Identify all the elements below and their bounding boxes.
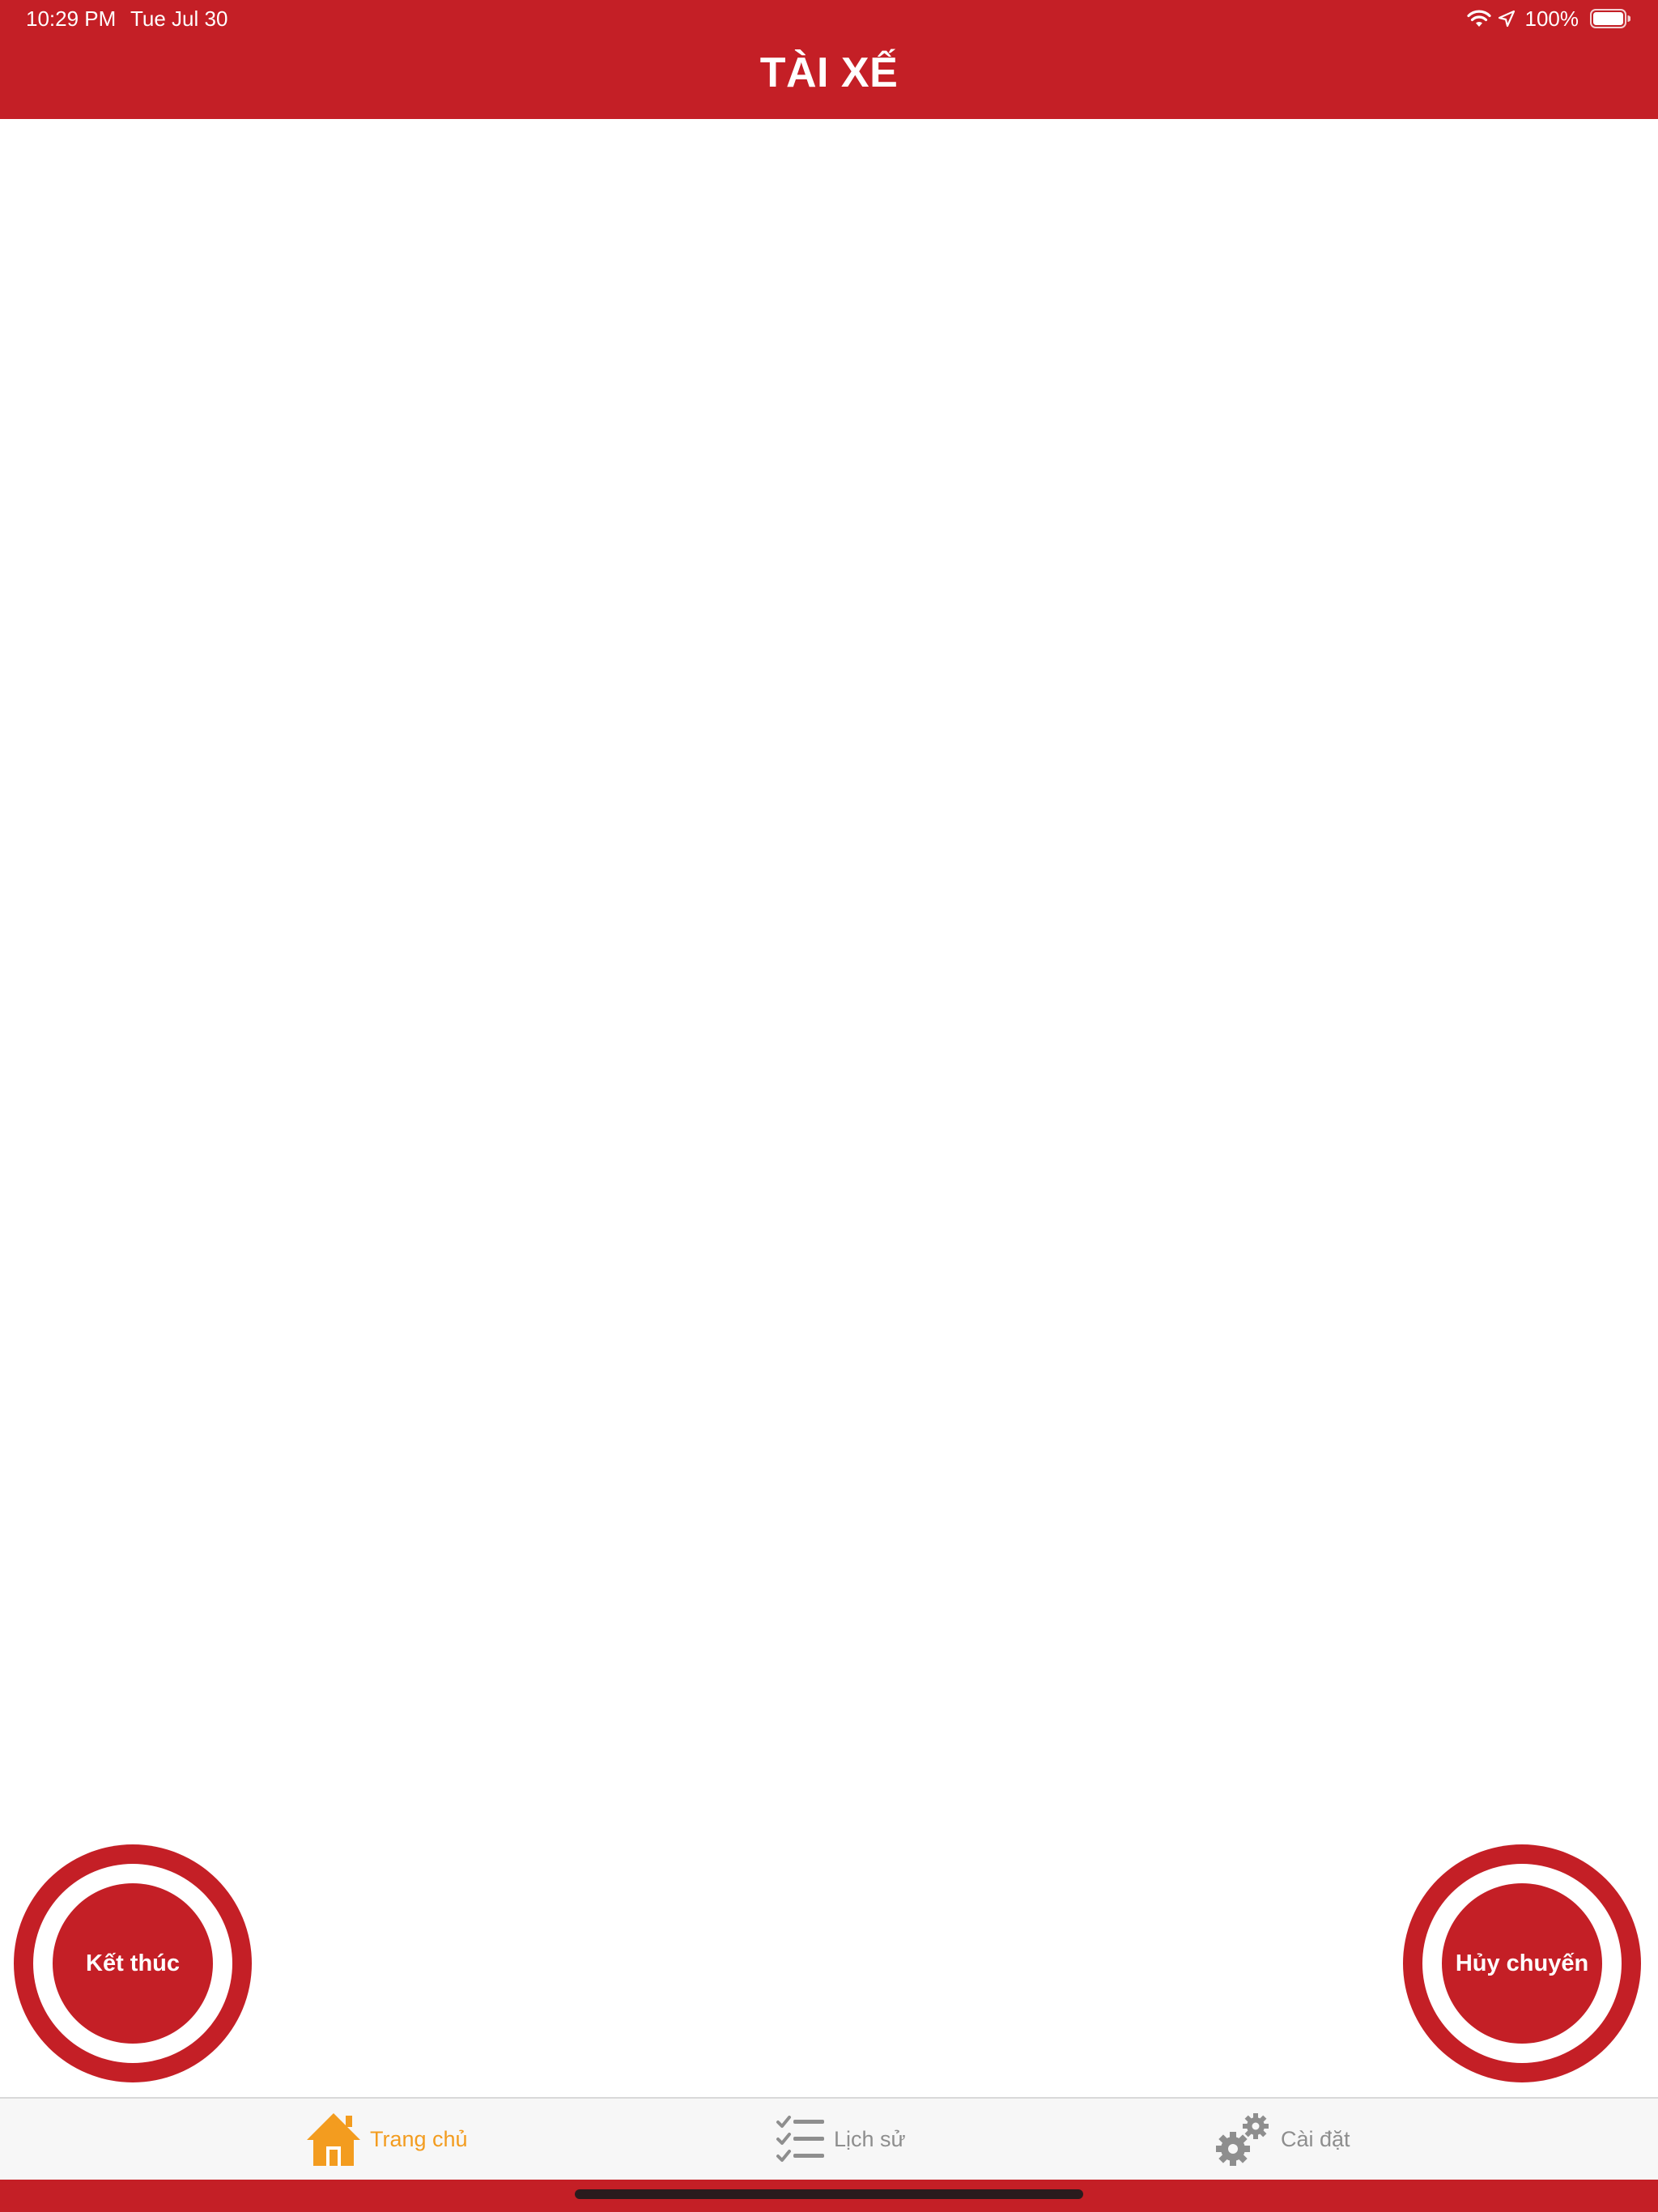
status-time: 10:29 PM [26, 6, 117, 31]
status-indicators: 100% [1466, 6, 1630, 32]
tab-history[interactable]: Lịch sử [776, 2099, 906, 2180]
end-trip-button-label: Kết thúc [53, 1883, 213, 2044]
page-title: TÀI XẾ [759, 49, 899, 96]
tab-settings-label: Cài đặt [1281, 2126, 1350, 2151]
cancel-trip-button-label: Hủy chuyến [1442, 1883, 1602, 2044]
battery-percent: 100% [1524, 6, 1579, 31]
status-date: Tue Jul 30 [130, 6, 228, 31]
battery-icon [1590, 9, 1630, 28]
cancel-trip-button[interactable]: Hủy chuyến [1403, 1844, 1641, 2082]
home-icon [305, 2111, 362, 2167]
main-content [0, 119, 1658, 2097]
end-trip-button[interactable]: Kết thúc [14, 1844, 252, 2082]
checklist-icon [776, 2114, 826, 2164]
top-bar: 10:29 PM Tue Jul 30 100% TÀI XẾ [0, 0, 1658, 119]
tab-home-label: Trang chủ [370, 2126, 468, 2151]
gears-icon [1214, 2110, 1273, 2168]
tab-home[interactable]: Trang chủ [305, 2099, 468, 2180]
location-arrow-icon [1498, 10, 1516, 28]
driver-screen: 10:29 PM Tue Jul 30 100% TÀI XẾ Kết thúc… [0, 0, 1658, 2212]
home-indicator[interactable] [575, 2189, 1083, 2199]
tab-settings[interactable]: Cài đặt [1214, 2099, 1350, 2180]
tab-history-label: Lịch sử [834, 2126, 906, 2151]
wifi-icon [1466, 9, 1491, 28]
tab-bar: Trang chủ Lịch sử Cài đặt [0, 2097, 1658, 2180]
